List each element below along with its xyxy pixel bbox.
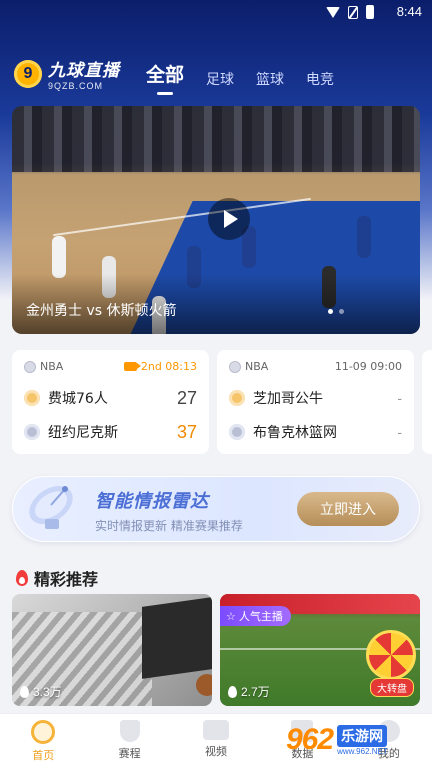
- viewer-count: 3.3万: [33, 685, 62, 699]
- nav-video[interactable]: 视频: [173, 714, 259, 769]
- team-logo-icon: [229, 390, 245, 406]
- nba-icon: [24, 360, 36, 373]
- category-tabs: 全部 足球 篮球 电竞: [146, 60, 334, 95]
- home-score: -: [397, 390, 402, 406]
- player-figure: [357, 216, 371, 258]
- team-logo-icon: [229, 424, 245, 440]
- team-logo-icon: [24, 424, 40, 440]
- app-logo[interactable]: 9 九球直播 9QZB.COM: [14, 56, 120, 91]
- video-icon: [203, 720, 230, 740]
- star-icon: ☆: [226, 609, 236, 623]
- away-team: 布鲁克林篮网: [253, 425, 337, 441]
- featured-stream-card[interactable]: 3.3万: [12, 594, 212, 706]
- status-time: 8:44: [396, 4, 422, 19]
- match-card[interactable]: NBA 11-09 09:00 芝加哥公牛 - 布鲁克林篮网 -: [217, 350, 414, 454]
- carousel-dot[interactable]: [328, 309, 333, 314]
- popularity-icon: [20, 685, 29, 698]
- hero-crowd: [12, 106, 420, 172]
- logo-badge-icon: 9: [14, 59, 42, 88]
- hero-banner[interactable]: 金州勇士 vs 休斯顿火箭: [12, 106, 420, 334]
- radar-subtitle: 实时情报更新 精准赛果推荐: [95, 519, 243, 533]
- wifi-icon: [326, 6, 340, 18]
- nba-icon: [229, 360, 241, 373]
- app-name: 九球直播: [48, 61, 120, 81]
- match-status: 2nd 08:13: [140, 360, 197, 373]
- match-cards: NBA 2nd 08:13 费城76人 27 纽约尼克斯 37 NBA 11-0…: [12, 350, 432, 454]
- tab-basketball[interactable]: 篮球: [256, 69, 284, 95]
- nav-home[interactable]: 首页: [0, 714, 86, 769]
- match-time: 11-09 09:00: [334, 360, 402, 373]
- enter-now-button[interactable]: 立即进入: [297, 492, 399, 526]
- tab-football[interactable]: 足球: [206, 69, 234, 95]
- carousel-dots: [328, 309, 344, 314]
- tab-esports[interactable]: 电竞: [306, 69, 334, 95]
- satellite-dish-icon: [29, 485, 73, 529]
- play-icon[interactable]: [208, 198, 250, 240]
- popularity-icon: [228, 685, 237, 698]
- away-team: 纽约尼克斯: [48, 425, 118, 441]
- home-score: 27: [176, 388, 197, 408]
- site-watermark: 962 乐游网 www.962.NET: [286, 723, 388, 756]
- player-figure: [52, 236, 66, 278]
- radar-banner[interactable]: 智能情报雷达 实时情报更新 精准赛果推荐 立即进入: [12, 476, 420, 542]
- featured-section-title: 精彩推荐: [16, 566, 98, 590]
- status-bar: 8:44: [0, 0, 432, 24]
- fire-icon: [16, 570, 28, 586]
- live-camera-icon: [123, 362, 141, 371]
- lucky-wheel-icon[interactable]: [366, 630, 416, 680]
- basketball-icon: [196, 674, 212, 696]
- league-name: NBA: [245, 360, 269, 373]
- home-team: 费城76人: [48, 391, 108, 407]
- featured-stream-card[interactable]: ☆ 人气主播 大转盘 2.7万: [220, 594, 420, 706]
- home-team: 芝加哥公牛: [253, 391, 323, 407]
- away-score: 37: [176, 422, 197, 442]
- battery-icon: [366, 5, 374, 19]
- no-sim-icon: [348, 5, 358, 19]
- viewer-count: 2.7万: [241, 685, 270, 699]
- radar-title: 智能情报雷达: [95, 491, 209, 512]
- lucky-wheel-label[interactable]: 大转盘: [370, 678, 414, 697]
- match-card-peek[interactable]: [422, 350, 432, 454]
- popular-host-badge: ☆ 人气主播: [220, 606, 291, 626]
- trophy-icon: [119, 720, 140, 742]
- hero-title: 金州勇士 vs 休斯顿火箭: [26, 303, 177, 319]
- carousel-dot[interactable]: [339, 309, 344, 314]
- league-name: NBA: [40, 360, 64, 373]
- team-logo-icon: [24, 390, 40, 406]
- featured-title: 精彩推荐: [34, 570, 99, 589]
- away-score: -: [397, 424, 402, 440]
- nav-schedule[interactable]: 赛程: [86, 714, 172, 769]
- match-card[interactable]: NBA 2nd 08:13 费城76人 27 纽约尼克斯 37: [12, 350, 209, 454]
- home-icon: [31, 720, 56, 744]
- app-url: 9QZB.COM: [48, 81, 104, 91]
- tab-all[interactable]: 全部: [146, 60, 184, 95]
